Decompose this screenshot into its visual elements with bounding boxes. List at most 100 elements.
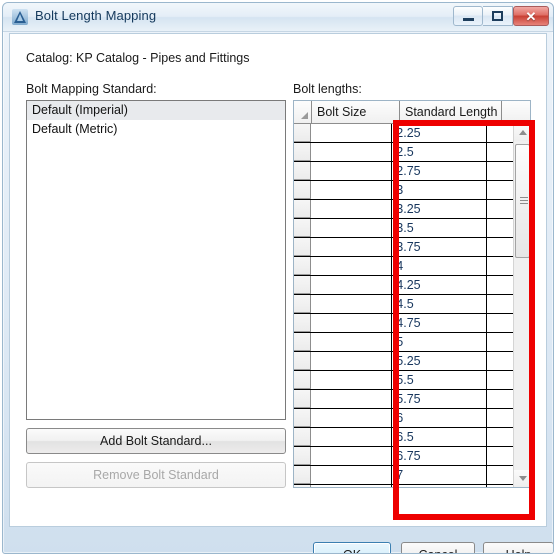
row-header-cell[interactable]: [294, 447, 311, 465]
cell-standard-length[interactable]: 5.75: [392, 390, 487, 408]
bolt-mapping-standard-listbox[interactable]: Default (Imperial) Default (Metric): [26, 100, 286, 420]
row-header-cell[interactable]: [294, 124, 311, 142]
cell-bolt-size[interactable]: [310, 314, 393, 332]
scrollbar-thumb[interactable]: [515, 144, 530, 258]
row-header-cell[interactable]: [294, 295, 311, 313]
cell-bolt-size[interactable]: [310, 143, 393, 161]
table-row[interactable]: 5: [294, 333, 513, 352]
row-header-cell[interactable]: [294, 238, 311, 256]
row-header-cell[interactable]: [294, 314, 311, 332]
cell-bolt-size[interactable]: [310, 257, 393, 275]
cell-standard-length[interactable]: 4.75: [392, 314, 487, 332]
cancel-button[interactable]: Cancel: [401, 542, 475, 553]
table-row[interactable]: 3: [294, 181, 513, 200]
ok-button[interactable]: OK: [313, 542, 391, 553]
row-header-cell[interactable]: [294, 200, 311, 218]
cell-bolt-size[interactable]: [310, 333, 393, 351]
row-header-cell[interactable]: [294, 466, 311, 484]
grid-body[interactable]: 2.25 2.5 2.75 3 3.25 3.5 3.75 4 4.25 4.5 4.75 5 5.25…: [294, 124, 513, 487]
cell-standard-length[interactable]: 6.5: [392, 428, 487, 446]
cell-bolt-size[interactable]: [310, 200, 393, 218]
minimize-button[interactable]: [453, 6, 483, 26]
cell-bolt-size[interactable]: [310, 276, 393, 294]
table-row[interactable]: 6.5: [294, 428, 513, 447]
title-bar[interactable]: Bolt Length Mapping ✕: [3, 3, 553, 32]
scroll-up-arrow-icon[interactable]: [514, 124, 530, 141]
row-header-cell[interactable]: [294, 428, 311, 446]
cell-standard-length[interactable]: 2.75: [392, 162, 487, 180]
cell-bolt-size[interactable]: [310, 352, 393, 370]
table-row[interactable]: 2.75: [294, 162, 513, 181]
row-header-cell[interactable]: [294, 352, 311, 370]
table-row[interactable]: 6.75: [294, 447, 513, 466]
table-row[interactable]: 5.5: [294, 371, 513, 390]
cell-bolt-size[interactable]: [310, 447, 393, 465]
cell-standard-length[interactable]: 4: [392, 257, 487, 275]
grid-select-all-corner[interactable]: [294, 101, 312, 123]
column-header-standard-length[interactable]: Standard Length: [400, 101, 502, 123]
column-header-bolt-size[interactable]: Bolt Size: [312, 101, 400, 123]
cell-standard-length[interactable]: 2.25: [392, 124, 487, 142]
cell-bolt-size[interactable]: [310, 295, 393, 313]
cell-bolt-size[interactable]: [310, 181, 393, 199]
cell-standard-length[interactable]: 4.25: [392, 276, 487, 294]
cell-bolt-size[interactable]: [310, 238, 393, 256]
table-row[interactable]: [294, 485, 513, 487]
cell-standard-length[interactable]: 3.75: [392, 238, 487, 256]
grid-vertical-scrollbar[interactable]: [513, 124, 530, 487]
table-row[interactable]: 6: [294, 409, 513, 428]
table-row[interactable]: 3.25: [294, 200, 513, 219]
scroll-down-arrow-icon[interactable]: [514, 470, 530, 487]
cell-bolt-size[interactable]: [310, 219, 393, 237]
row-header-cell[interactable]: [294, 219, 311, 237]
maximize-button[interactable]: [483, 6, 513, 26]
row-header-cell[interactable]: [294, 371, 311, 389]
row-header-cell[interactable]: [294, 276, 311, 294]
row-header-cell[interactable]: [294, 257, 311, 275]
table-row[interactable]: 7: [294, 466, 513, 485]
cell-standard-length[interactable]: 4.5: [392, 295, 487, 313]
list-item[interactable]: Default (Metric): [27, 120, 285, 139]
cell-standard-length[interactable]: 5: [392, 333, 487, 351]
table-row[interactable]: 5.25: [294, 352, 513, 371]
row-header-cell[interactable]: [294, 409, 311, 427]
cell-standard-length[interactable]: 5.25: [392, 352, 487, 370]
cell-bolt-size[interactable]: [310, 409, 393, 427]
cell-bolt-size[interactable]: [310, 162, 393, 180]
table-row[interactable]: 4.25: [294, 276, 513, 295]
cell-standard-length[interactable]: 5.5: [392, 371, 487, 389]
help-button[interactable]: Help: [483, 542, 553, 553]
cell-standard-length[interactable]: 3: [392, 181, 487, 199]
cell-bolt-size[interactable]: [310, 124, 393, 142]
table-row[interactable]: 3.75: [294, 238, 513, 257]
cell-standard-length[interactable]: 3.25: [392, 200, 487, 218]
row-header-cell[interactable]: [294, 390, 311, 408]
bolt-lengths-grid[interactable]: Bolt Size Standard Length 2.25 2.5 2.75 3 3.…: [293, 100, 531, 488]
table-row[interactable]: 4.5: [294, 295, 513, 314]
table-row[interactable]: 2.25: [294, 124, 513, 143]
row-header-cell[interactable]: [294, 485, 311, 487]
table-row[interactable]: 2.5: [294, 143, 513, 162]
cell-bolt-size[interactable]: [310, 371, 393, 389]
list-item[interactable]: Default (Imperial): [27, 101, 285, 120]
table-row[interactable]: 3.5: [294, 219, 513, 238]
cell-bolt-size[interactable]: [310, 428, 393, 446]
row-header-cell[interactable]: [294, 143, 311, 161]
table-row[interactable]: 5.75: [294, 390, 513, 409]
row-header-cell[interactable]: [294, 333, 311, 351]
cell-standard-length[interactable]: 3.5: [392, 219, 487, 237]
cell-standard-length[interactable]: 7: [392, 466, 487, 484]
row-header-cell[interactable]: [294, 181, 311, 199]
cell-bolt-size[interactable]: [310, 390, 393, 408]
table-row[interactable]: 4: [294, 257, 513, 276]
cell-standard-length[interactable]: 6.75: [392, 447, 487, 465]
cell-bolt-size[interactable]: [310, 485, 393, 487]
cell-standard-length[interactable]: 2.5: [392, 143, 487, 161]
close-button[interactable]: ✕: [513, 6, 549, 26]
add-bolt-standard-button[interactable]: Add Bolt Standard...: [26, 428, 286, 454]
cell-standard-length[interactable]: [392, 485, 487, 487]
row-header-cell[interactable]: [294, 162, 311, 180]
cell-standard-length[interactable]: 6: [392, 409, 487, 427]
cell-bolt-size[interactable]: [310, 466, 393, 484]
table-row[interactable]: 4.75: [294, 314, 513, 333]
